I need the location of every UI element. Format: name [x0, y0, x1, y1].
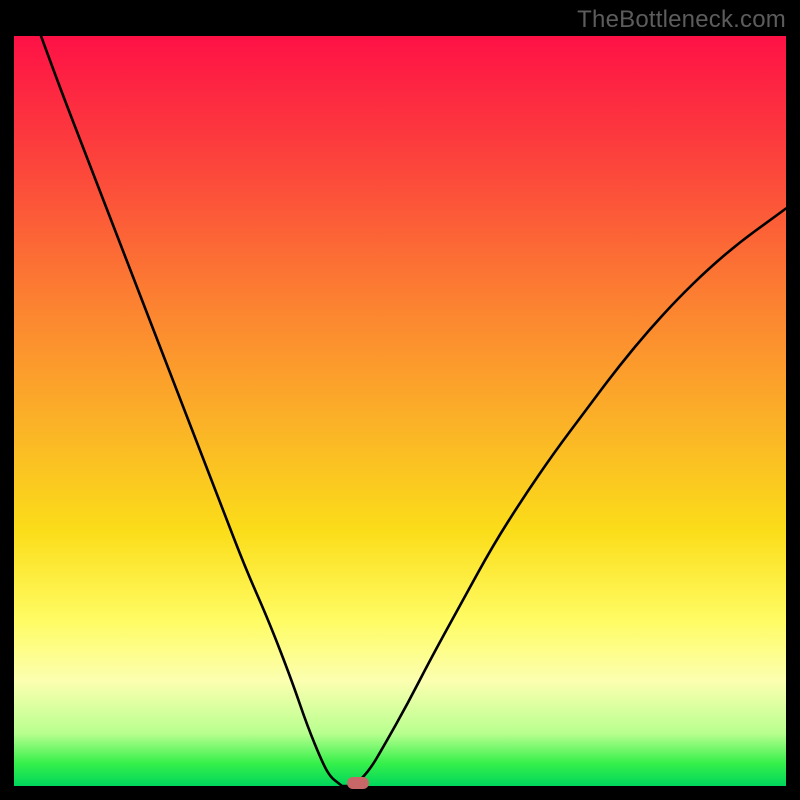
optimal-point-marker [347, 777, 369, 789]
chart-frame [14, 36, 786, 786]
chart-gradient-background [14, 36, 786, 786]
watermark-text: TheBottleneck.com [577, 6, 786, 34]
